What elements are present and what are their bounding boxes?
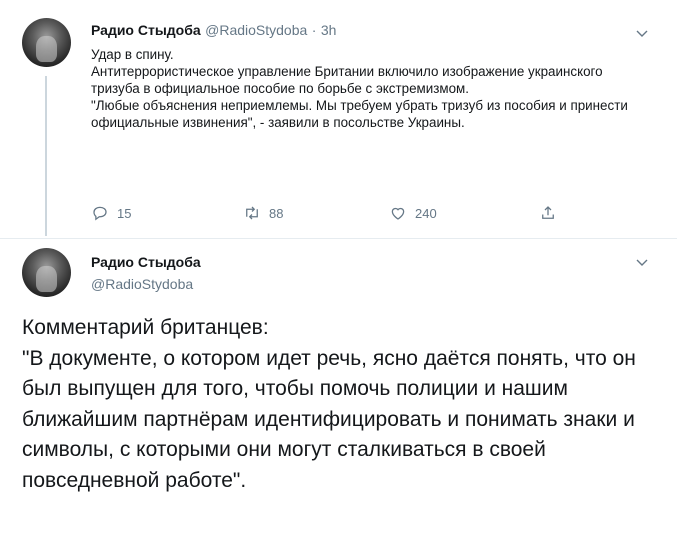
tweet-header: Радио Стыдоба @RadioStydoba · 3h xyxy=(91,22,336,40)
tweet-text-line: Удар в спину. xyxy=(91,47,174,62)
tweet-text-line: Антитеррористическое управление Британии… xyxy=(91,64,603,96)
tweet-text: Удар в спину. Антитеррористическое управ… xyxy=(91,46,651,131)
tweet-text: Комментарий британцев: "В документе, о к… xyxy=(22,313,662,496)
author-name[interactable]: Радио Стыдоба xyxy=(91,22,201,38)
tweet-text-line: "Любые объяснения неприемлемы. Мы требуе… xyxy=(91,98,628,130)
share-button[interactable] xyxy=(539,204,557,222)
chevron-down-icon[interactable] xyxy=(636,259,648,267)
author-name[interactable]: Радио Стыдоба xyxy=(91,254,201,270)
thread-line xyxy=(45,76,47,236)
like-icon xyxy=(391,207,405,220)
tweet-actions: 15 88 240 xyxy=(91,204,571,224)
separator: · xyxy=(311,22,317,38)
like-count: 240 xyxy=(415,205,437,221)
retweet-icon xyxy=(246,206,258,220)
like-button[interactable]: 240 xyxy=(389,204,437,222)
retweet-button[interactable]: 88 xyxy=(243,204,283,222)
retweet-count: 88 xyxy=(269,205,284,221)
share-icon xyxy=(542,206,554,219)
tweet-text-line: "В документе, о котором идет речь, ясно … xyxy=(22,346,636,492)
avatar[interactable] xyxy=(22,248,71,297)
tweet[interactable]: Радио Стыдоба @RadioStydoba · 3h Удар в … xyxy=(0,0,677,238)
avatar[interactable] xyxy=(22,18,71,67)
reply-button[interactable]: 15 xyxy=(91,204,131,222)
author-handle[interactable]: @RadioStydoba xyxy=(91,276,193,292)
tweet-divider xyxy=(0,238,677,239)
chevron-down-icon[interactable] xyxy=(636,30,648,38)
reply-count: 15 xyxy=(117,205,132,221)
tweet-text-line: Комментарий британцев: xyxy=(22,316,269,339)
author-handle[interactable]: @RadioStydoba xyxy=(205,22,307,38)
reply-icon xyxy=(93,206,107,221)
timestamp[interactable]: 3h xyxy=(321,22,337,38)
